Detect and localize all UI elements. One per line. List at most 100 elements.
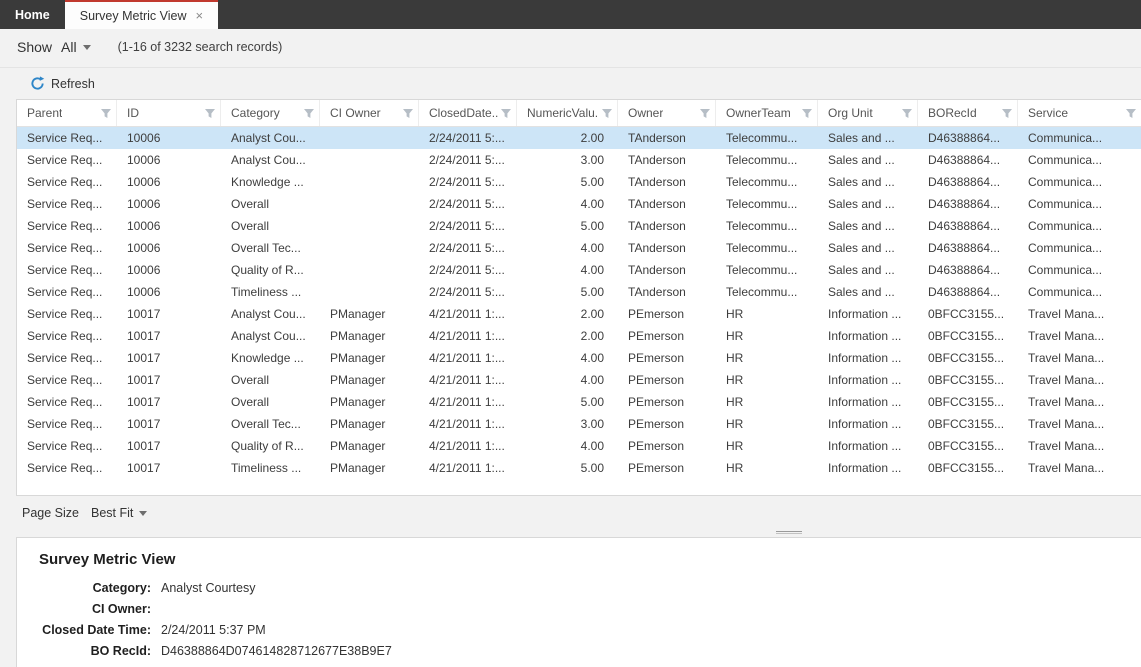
table-row[interactable]: Service Req...10017Quality of R...PManag…	[17, 435, 1141, 457]
table-row[interactable]: Service Req...10006Timeliness ...2/24/20…	[17, 281, 1141, 303]
pane-splitter[interactable]	[0, 528, 1141, 537]
column-header-owner[interactable]: Owner	[618, 100, 716, 126]
tab-home[interactable]: Home	[0, 0, 65, 29]
show-filter-dropdown[interactable]: All	[61, 39, 91, 55]
detail-field-value: D46388864D074614828712677E38B9E7	[161, 644, 392, 658]
chevron-down-icon	[139, 511, 147, 516]
table-cell: Overall	[221, 391, 320, 413]
table-cell: 4.00	[517, 347, 618, 369]
table-cell: Telecommu...	[716, 171, 818, 193]
table-cell: PEmerson	[618, 303, 716, 325]
table-cell: PManager	[320, 347, 419, 369]
filter-icon[interactable]	[601, 108, 613, 119]
filter-icon[interactable]	[100, 108, 112, 119]
tab-survey-metric-view[interactable]: Survey Metric View ×	[65, 0, 218, 29]
table-cell	[320, 281, 419, 303]
page-size-dropdown[interactable]: Best Fit	[91, 506, 147, 520]
table-cell: Telecommu...	[716, 149, 818, 171]
table-cell: 4/21/2011 1:...	[419, 369, 517, 391]
table-cell: Service Req...	[17, 237, 117, 259]
table-cell: Communica...	[1018, 193, 1141, 215]
filter-icon[interactable]	[204, 108, 216, 119]
table-row[interactable]: Service Req...10017OverallPManager4/21/2…	[17, 369, 1141, 391]
table-cell: D46388864...	[918, 281, 1018, 303]
grid-toolbar: Refresh	[0, 67, 1141, 99]
table-row[interactable]: Service Req...10006Analyst Cou...2/24/20…	[17, 149, 1141, 171]
table-cell: PEmerson	[618, 347, 716, 369]
table-cell: 4.00	[517, 237, 618, 259]
table-cell: Overall Tec...	[221, 413, 320, 435]
table-cell: Sales and ...	[818, 259, 918, 281]
filter-icon[interactable]	[1001, 108, 1013, 119]
column-header-label: Parent	[27, 106, 62, 120]
table-cell: Communica...	[1018, 281, 1141, 303]
filter-icon[interactable]	[402, 108, 414, 119]
table-cell: PEmerson	[618, 391, 716, 413]
column-header-ci-owner[interactable]: CI Owner	[320, 100, 419, 126]
filter-icon[interactable]	[699, 108, 711, 119]
table-cell: PEmerson	[618, 435, 716, 457]
table-cell: Information ...	[818, 325, 918, 347]
table-cell: HR	[716, 325, 818, 347]
table-cell: 10006	[117, 237, 221, 259]
table-cell: TAnderson	[618, 193, 716, 215]
column-header-category[interactable]: Category	[221, 100, 320, 126]
table-cell: Service Req...	[17, 435, 117, 457]
column-header-parent[interactable]: Parent	[17, 100, 117, 126]
column-header-id[interactable]: ID	[117, 100, 221, 126]
table-cell	[320, 193, 419, 215]
table-cell: 10006	[117, 193, 221, 215]
table-cell: PEmerson	[618, 369, 716, 391]
table-row[interactable]: Service Req...10017Overall Tec...PManage…	[17, 413, 1141, 435]
table-row[interactable]: Service Req...10006Overall Tec...2/24/20…	[17, 237, 1141, 259]
filter-icon[interactable]	[1125, 108, 1137, 119]
table-cell: Sales and ...	[818, 171, 918, 193]
column-header-ownerteam[interactable]: OwnerTeam	[716, 100, 818, 126]
table-cell: 4.00	[517, 193, 618, 215]
column-header-closeddate[interactable]: ClosedDate...	[419, 100, 517, 126]
column-header-label: ID	[127, 106, 139, 120]
filter-icon[interactable]	[801, 108, 813, 119]
table-cell: Timeliness ...	[221, 457, 320, 479]
detail-field-label: CI Owner:	[17, 602, 151, 616]
show-bar: Show All (1-16 of 3232 search records)	[0, 29, 1141, 62]
table-cell: TAnderson	[618, 171, 716, 193]
filter-icon[interactable]	[901, 108, 913, 119]
table-cell: Sales and ...	[818, 127, 918, 149]
column-header-org-unit[interactable]: Org Unit	[818, 100, 918, 126]
table-cell: TAnderson	[618, 281, 716, 303]
close-icon[interactable]: ×	[195, 9, 203, 22]
table-row[interactable]: Service Req...10006Knowledge ...2/24/201…	[17, 171, 1141, 193]
table-cell: 10017	[117, 325, 221, 347]
table-cell: PEmerson	[618, 413, 716, 435]
table-row[interactable]: Service Req...10017OverallPManager4/21/2…	[17, 391, 1141, 413]
table-cell: 4/21/2011 1:...	[419, 391, 517, 413]
table-cell	[320, 237, 419, 259]
table-row[interactable]: Service Req...10006Quality of R...2/24/2…	[17, 259, 1141, 281]
table-row[interactable]: Service Req...10006Analyst Cou...2/24/20…	[17, 127, 1141, 149]
table-cell: Travel Mana...	[1018, 303, 1141, 325]
table-cell: Communica...	[1018, 127, 1141, 149]
column-header-borecid[interactable]: BORecId	[918, 100, 1018, 126]
column-header-service[interactable]: Service	[1018, 100, 1141, 126]
survey-metric-grid: Parent ID CategoryCI OwnerClosedDate...Num…	[16, 99, 1141, 496]
table-cell: TAnderson	[618, 215, 716, 237]
table-cell: Travel Mana...	[1018, 325, 1141, 347]
table-row[interactable]: Service Req...10017Analyst Cou...PManage…	[17, 303, 1141, 325]
refresh-button[interactable]: Refresh	[30, 76, 95, 91]
table-cell: 2/24/2011 5:...	[419, 237, 517, 259]
filter-icon[interactable]	[500, 108, 512, 119]
splitter-grip-icon[interactable]	[776, 531, 802, 534]
column-header-numericvalu[interactable]: NumericValu...	[517, 100, 618, 126]
table-cell: 10006	[117, 149, 221, 171]
table-row[interactable]: Service Req...10017Analyst Cou...PManage…	[17, 325, 1141, 347]
detail-field-value: Analyst Courtesy	[161, 581, 255, 595]
table-row[interactable]: Service Req...10017Knowledge ...PManager…	[17, 347, 1141, 369]
filter-icon[interactable]	[303, 108, 315, 119]
table-cell	[320, 215, 419, 237]
table-cell: Information ...	[818, 369, 918, 391]
table-row[interactable]: Service Req...10017Timeliness ...PManage…	[17, 457, 1141, 479]
table-row[interactable]: Service Req...10006Overall2/24/2011 5:..…	[17, 215, 1141, 237]
table-row[interactable]: Service Req...10006Overall2/24/2011 5:..…	[17, 193, 1141, 215]
table-cell: 10017	[117, 303, 221, 325]
